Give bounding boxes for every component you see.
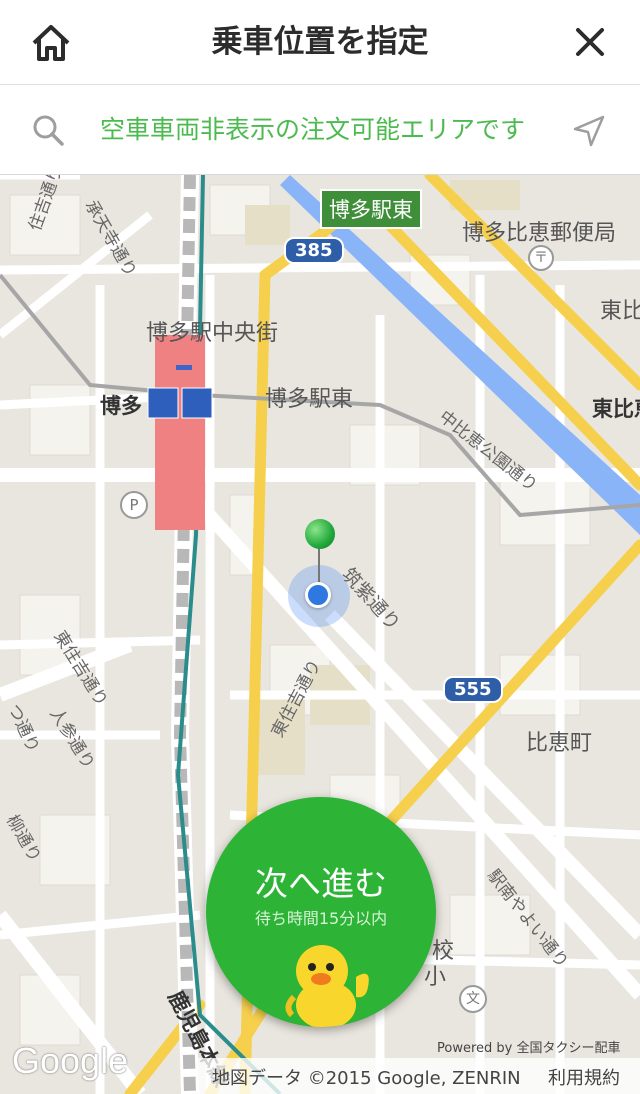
search-area-message: 空車車両非表示の注文可能エリアです	[100, 115, 526, 144]
route-555-shield: 555	[443, 676, 503, 703]
route-385-shield: 385	[284, 237, 344, 264]
pin-stick	[318, 547, 320, 583]
post-office-label: 博多比恵郵便局	[462, 221, 617, 246]
next-button-label: 次へ進む	[255, 864, 387, 903]
pickup-pin-icon[interactable]	[305, 519, 335, 549]
wait-time-label: 待ち時間15分以内	[254, 909, 388, 928]
next-button[interactable]: 次へ進む 待ち時間15分以内	[206, 797, 436, 1027]
east-hie-station-label: 東比恵	[592, 397, 640, 421]
close-icon[interactable]	[570, 22, 610, 62]
post-office-icon: 〒	[528, 245, 554, 271]
chick-mascot-icon	[285, 945, 369, 1027]
parking-icon: P	[120, 491, 148, 519]
east-hie-label: 東比	[600, 299, 640, 324]
search-icon[interactable]	[30, 112, 66, 148]
terms-link[interactable]: 利用規約	[548, 1064, 620, 1090]
navigation-arrow-icon[interactable]	[570, 112, 608, 150]
central-street-label: 博多駅中央街	[146, 321, 279, 346]
hakata-station-label: 博多	[100, 394, 142, 418]
station-east-badge: 博多駅東	[320, 189, 422, 229]
page-title: 乗車位置を指定	[211, 24, 429, 60]
hie-cho-label: 比恵町	[526, 731, 593, 756]
school-icon: 文	[459, 985, 487, 1013]
search-bar[interactable]: 空車車両非表示の注文可能エリアです	[0, 85, 640, 175]
hakata-east-label: 博多駅東	[265, 387, 354, 412]
map-attribution: 地図データ ©2015 Google, ZENRIN	[212, 1068, 521, 1089]
header-bar: 乗車位置を指定	[0, 0, 640, 85]
google-logo: Google	[12, 1040, 129, 1081]
current-location-dot	[305, 582, 331, 608]
powered-by-label: Powered by 全国タクシー配車	[437, 1041, 621, 1056]
small-label: 小	[424, 965, 447, 990]
